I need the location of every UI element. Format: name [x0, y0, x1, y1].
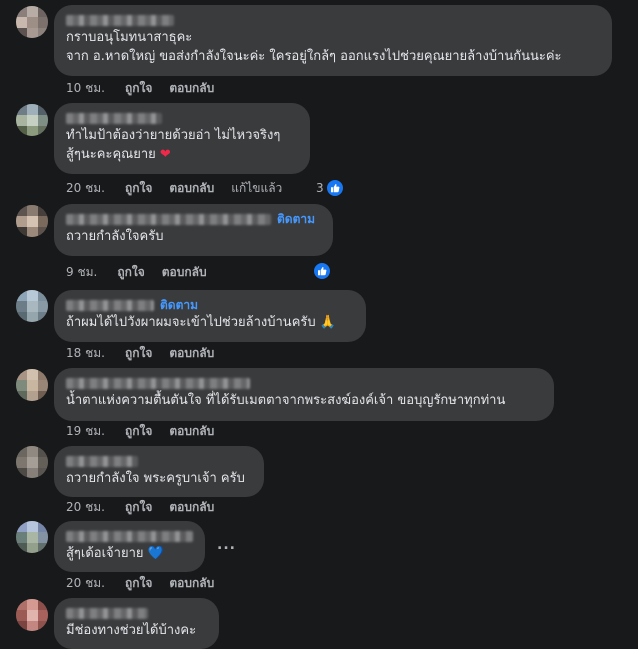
avatar[interactable]	[16, 446, 48, 478]
comment-text: กราบอนุโมทนาสาธุคะ	[66, 30, 193, 45]
comment-bubble: ติดตาม ถ้าผมได้ไปวังผาผมจะเข้าไปช่วยล้าง…	[54, 290, 366, 342]
comment-bubble: น้ำตาแห่งความตื้นตันใจ ที่ได้รับเมตตาจาก…	[54, 368, 554, 421]
like-button[interactable]: ถูกใจ	[125, 344, 152, 363]
comment-actions: 20 ชม. ถูกใจ ตอบกลับ แก้ไขแล้ว	[66, 180, 292, 196]
comment-time[interactable]: 9 ชม.	[66, 263, 97, 282]
like-button[interactable]: ถูกใจ	[125, 79, 152, 98]
comment-actions: 20 ชม. ถูกใจ ตอบกลับ	[66, 575, 231, 591]
reply-button[interactable]: ตอบกลับ	[169, 422, 214, 441]
avatar[interactable]	[16, 104, 48, 136]
comment-text: ถ้าผมได้ไปวังผาผมจะเข้าไปช่วยล้างบ้านครั…	[66, 315, 316, 330]
reply-button[interactable]: ตอบกลับ	[169, 79, 214, 98]
comment-bubble: ทำไมป้าต้องว่ายายด้วยอ่า ไม่ไหวจริงๆ สู้…	[54, 103, 310, 174]
author-name[interactable]	[66, 213, 271, 225]
avatar[interactable]	[16, 369, 48, 401]
author-name[interactable]	[66, 14, 174, 26]
blue-heart-emoji: 💙	[147, 546, 164, 561]
reaction-summary[interactable]	[313, 262, 331, 280]
comment-actions: 10 ชม. ถูกใจ ตอบกลับ	[66, 80, 231, 96]
avatar[interactable]	[16, 205, 48, 237]
follow-button[interactable]: ติดตาม	[277, 210, 315, 229]
comment-bubble: สู้ๆเด้อเจ้ายาย 💙	[54, 521, 205, 572]
comment-text: จาก อ.หาดใหญ่ ขอส่งกำลังใจนะค่ะ ใครอยู่ใ…	[66, 49, 562, 64]
comment-actions: 19 ชม. ถูกใจ ตอบกลับ	[66, 423, 231, 439]
reply-button[interactable]: ตอบกลับ	[169, 498, 214, 517]
author-name[interactable]	[66, 455, 138, 467]
reaction-count: 3	[316, 181, 324, 195]
reply-button[interactable]: ตอบกลับ	[169, 574, 214, 593]
author-name[interactable]	[66, 112, 162, 124]
comment-bubble: ถวายกำลังใจ พระครูบาเจ้า ครับ	[54, 446, 264, 497]
reply-button[interactable]: ตอบกลับ	[169, 179, 214, 198]
more-options-icon[interactable]: ...	[217, 537, 236, 553]
reply-button[interactable]: ตอบกลับ	[169, 344, 214, 363]
comment-text: ถวายกำลังใจ พระครูบาเจ้า ครับ	[66, 471, 245, 486]
pray-emoji: 🙏	[319, 315, 336, 330]
comment-bubble: มีช่องทางช่วยได้บ้างคะ	[54, 598, 219, 649]
author-name[interactable]	[66, 299, 154, 311]
comment-actions: 20 ชม. ถูกใจ ตอบกลับ	[66, 499, 231, 515]
comment-time[interactable]: 20 ชม.	[66, 179, 105, 198]
comment-text: สู้ๆนะคะคุณยาย	[66, 147, 156, 162]
comment-time[interactable]: 20 ชม.	[66, 498, 105, 517]
comment-actions: 9 ชม. ถูกใจ ตอบกลับ	[66, 264, 224, 280]
heart-emoji: ❤	[159, 147, 171, 162]
reaction-summary[interactable]: 3	[316, 179, 344, 197]
like-button[interactable]: ถูกใจ	[125, 422, 152, 441]
like-button[interactable]: ถูกใจ	[117, 263, 144, 282]
like-button[interactable]: ถูกใจ	[125, 498, 152, 517]
comment-actions: 18 ชม. ถูกใจ ตอบกลับ	[66, 345, 231, 361]
comment-bubble: ติดตาม ถวายกำลังใจครับ	[54, 204, 333, 256]
comment-text: สู้ๆเด้อเจ้ายาย	[66, 546, 144, 561]
avatar[interactable]	[16, 599, 48, 631]
like-reaction-icon	[325, 179, 344, 197]
comment-text: ทำไมป้าต้องว่ายายด้วยอ่า ไม่ไหวจริงๆ	[66, 128, 281, 143]
reply-button[interactable]: ตอบกลับ	[162, 263, 207, 282]
comment-text: น้ำตาแห่งความตื้นตันใจ ที่ได้รับเมตตาจาก…	[66, 393, 506, 408]
author-name[interactable]	[66, 607, 148, 619]
comment-feed: กราบอนุโมทนาสาธุคะ จาก อ.หาดใหญ่ ขอส่งกำ…	[0, 0, 638, 649]
follow-button[interactable]: ติดตาม	[160, 296, 198, 315]
author-name[interactable]	[66, 530, 193, 542]
comment-time[interactable]: 18 ชม.	[66, 344, 105, 363]
like-button[interactable]: ถูกใจ	[125, 179, 152, 198]
avatar[interactable]	[16, 6, 48, 38]
like-button[interactable]: ถูกใจ	[125, 574, 152, 593]
comment-time[interactable]: 19 ชม.	[66, 422, 105, 441]
avatar[interactable]	[16, 290, 48, 322]
author-name[interactable]	[66, 377, 250, 389]
comment-text: มีช่องทางช่วยได้บ้างคะ	[66, 623, 197, 638]
comment-time[interactable]: 20 ชม.	[66, 574, 105, 593]
comment-text: ถวายกำลังใจครับ	[66, 229, 164, 244]
avatar[interactable]	[16, 521, 48, 553]
edited-label[interactable]: แก้ไขแล้ว	[231, 179, 282, 198]
comment-time[interactable]: 10 ชม.	[66, 79, 105, 98]
comment-bubble: กราบอนุโมทนาสาธุคะ จาก อ.หาดใหญ่ ขอส่งกำ…	[54, 5, 612, 76]
like-reaction-icon	[313, 262, 331, 280]
